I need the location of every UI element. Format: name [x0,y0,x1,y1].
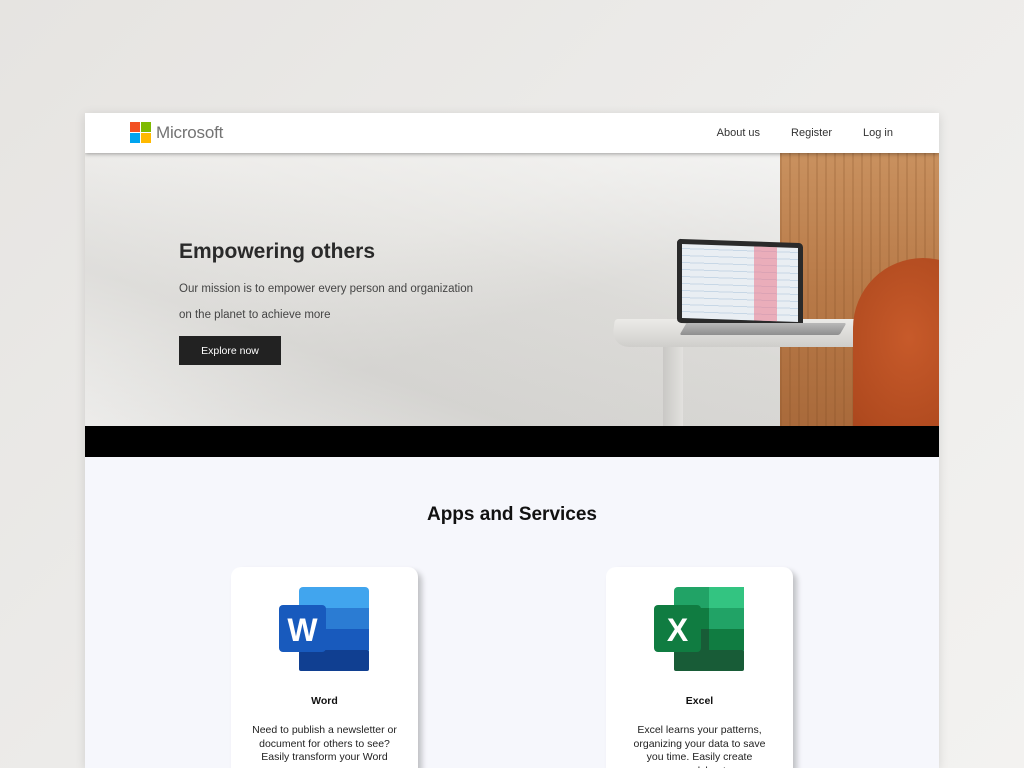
laptop-keyboard-image [679,323,847,335]
app-card-word[interactable]: W Word Need to publish a newsletter or d… [231,567,418,768]
svg-text:W: W [287,612,318,648]
nav-about-us[interactable]: About us [717,127,760,139]
app-card-title: Word [311,695,338,707]
page-container: Microsoft About us Register Log in Empow… [85,113,939,768]
logo-square-green [141,122,151,132]
hero-subtitle-line-1: Our mission is to empower every person a… [179,283,474,295]
site-header: Microsoft About us Register Log in [85,113,939,153]
excel-icon: X [654,587,744,671]
apps-section-title: Apps and Services [426,504,598,525]
hero-content: Empowering others Our mission is to empo… [179,240,473,365]
nav-register[interactable]: Register [791,127,832,139]
logo-square-blue [130,133,140,143]
hero-banner: Empowering others Our mission is to empo… [85,153,939,426]
app-card-description: Excel learns your patterns, organizing y… [633,724,766,768]
svg-text:X: X [667,612,689,648]
app-card-title: Excel [685,695,714,707]
app-card-excel[interactable]: X Excel Excel learns your patterns, orga… [606,567,793,768]
laptop-image [677,238,803,328]
hero-title: Empowering others [179,240,376,263]
app-card-description: Need to publish a newsletter or document… [252,724,397,763]
logo-square-red [130,122,140,132]
windows-logo-icon [130,122,151,143]
nav-log-in[interactable]: Log in [863,127,893,139]
logo-square-yellow [141,133,151,143]
laptop-screen-content [682,243,798,323]
microsoft-logo[interactable]: Microsoft [130,122,223,143]
desk-leg-image [663,343,683,426]
top-nav: About us Register Log in [686,113,893,153]
brand-name: Microsoft [156,122,224,142]
word-icon: W [279,587,369,671]
hero-subtitle-line-2: on the planet to achieve more [179,309,331,321]
hero-bottom-band [85,426,939,457]
explore-now-button[interactable]: Explore now [179,336,281,365]
